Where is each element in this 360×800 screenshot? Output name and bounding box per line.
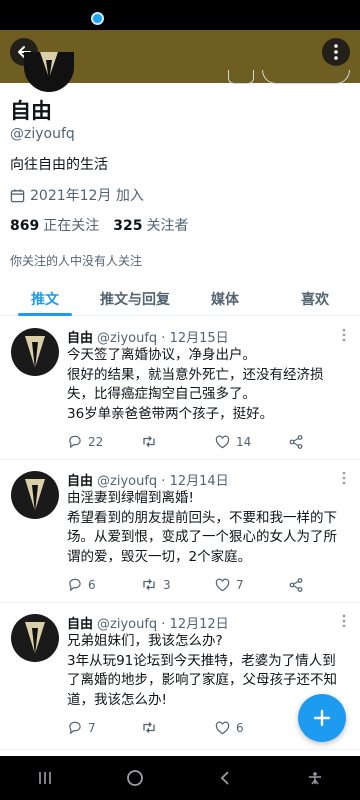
reply-icon [69, 578, 81, 592]
retweet-button[interactable] [141, 434, 215, 449]
tweet-header: 自由 @ziyoufq · 12月14日 [67, 470, 229, 489]
vertical-dots-icon [342, 471, 346, 485]
profile-bio: 向往自由的生活 [10, 157, 108, 173]
calendar-icon [10, 188, 25, 202]
tweet-avatar[interactable] [11, 328, 59, 376]
tweet-header: 自由 @ziyoufq · 12月15日 [67, 327, 229, 346]
reply-button[interactable]: 22 [67, 434, 141, 449]
recent-apps-icon[interactable] [37, 770, 53, 786]
tweet-author-name: 自由 [67, 617, 94, 632]
tab-media[interactable]: 媒体 [180, 280, 270, 315]
joined-text: 2021年12月 加入 [30, 188, 144, 204]
tweet-text: 由淫妻到绿帽到离婚! 希望看到的朋友提前回头，不要和我一样的下场。从爱到恨，变成… [67, 489, 349, 567]
following-link[interactable]: 869 正在关注 [10, 215, 99, 235]
tab-tweets[interactable]: 推文 [0, 280, 90, 316]
vertical-dots-icon [342, 328, 346, 342]
retweet-button[interactable]: 3 [141, 577, 215, 592]
profile-avatar[interactable] [24, 52, 74, 92]
share-icon [289, 577, 303, 592]
retweet-icon [143, 579, 155, 590]
reply-count: 22 [88, 434, 104, 449]
share-button[interactable] [289, 577, 360, 592]
follow-button[interactable] [262, 70, 350, 84]
tweet-avatar[interactable] [11, 471, 59, 519]
retweet-count: 3 [163, 577, 171, 592]
accessibility-icon[interactable] [306, 771, 324, 785]
tab-tweets-replies[interactable]: 推文与回复 [90, 280, 180, 315]
home-icon[interactable] [126, 769, 144, 787]
tweet-author-name: 自由 [67, 331, 94, 346]
tweet-line: 36岁单亲爸爸带两个孩子，挺好。 [67, 405, 274, 422]
compose-tweet-button[interactable] [298, 694, 346, 742]
vertical-dots-icon [342, 614, 346, 628]
profile-handle: @ziyoufq [10, 126, 75, 142]
reply-button[interactable]: 6 [67, 577, 141, 592]
heart-icon [215, 721, 230, 734]
system-nav-bar [0, 756, 360, 800]
like-count: 14 [236, 434, 252, 449]
vertical-dots-icon [334, 44, 338, 60]
joined-date: 2021年12月 加入 [10, 185, 144, 205]
tweet-more-button[interactable] [342, 327, 346, 346]
reply-count: 7 [88, 720, 96, 735]
reply-count: 6 [88, 577, 96, 592]
tweet[interactable]: 自由 @ziyoufq · 12月15日 今天签了离婚协议，净身出户。 很好的结果… [0, 318, 360, 460]
tweet-handle-date: @ziyoufq · 12月15日 [97, 331, 229, 346]
status-bar [0, 0, 360, 30]
heart-icon [215, 435, 230, 448]
plus-icon [313, 709, 331, 727]
like-button[interactable]: 6 [215, 721, 289, 735]
tweet-text: 今天签了离婚协议，净身出户。 很好的结果，就当意外死亡，还没有经济损失，比得癌症… [67, 346, 349, 424]
tweet-actions: 6 3 7 [67, 577, 360, 592]
share-icon [289, 434, 303, 449]
back-nav-icon[interactable] [217, 770, 233, 786]
tweet-header: 自由 @ziyoufq · 12月12日 [67, 613, 229, 632]
retweet-icon [143, 436, 155, 447]
heart-icon [215, 578, 230, 591]
reply-icon [69, 435, 81, 449]
tweet-handle-date: @ziyoufq · 12月14日 [97, 474, 229, 489]
tweet-line: 兄弟姐妹们，我该怎么办? [67, 633, 223, 649]
more-options-button[interactable] [322, 38, 350, 66]
reply-button[interactable]: 7 [67, 720, 141, 735]
tweet-line: 很好的结果，就当意外死亡，还没有经济损失，比得癌症掏空自己强多了。 [67, 366, 324, 403]
tweet-more-button[interactable] [342, 470, 346, 489]
follow-stats: 869 正在关注 325 关注者 [10, 215, 188, 235]
reply-icon [69, 721, 81, 735]
retweet-icon [143, 722, 155, 733]
retweet-button[interactable] [141, 720, 215, 735]
tweet-actions: 7 6 [67, 720, 289, 735]
tweet[interactable]: 自由 @ziyoufq · 12月14日 由淫妻到绿帽到离婚! 希望看到的朋友提前… [0, 461, 360, 603]
tab-likes[interactable]: 喜欢 [270, 280, 360, 315]
share-button[interactable] [289, 434, 360, 449]
like-count: 6 [236, 720, 244, 735]
tweet-avatar[interactable] [11, 614, 59, 662]
like-button[interactable]: 7 [215, 578, 289, 592]
followers-link[interactable]: 325 关注者 [113, 215, 188, 235]
like-count: 7 [236, 577, 244, 592]
notification-button[interactable] [228, 70, 254, 84]
profile-name: 自由 [10, 99, 52, 123]
tweet-handle-date: @ziyoufq · 12月12日 [97, 617, 229, 632]
like-button[interactable]: 14 [215, 435, 289, 449]
tweet-author-name: 自由 [67, 474, 94, 489]
tweet-line: 由淫妻到绿帽到离婚! [67, 490, 194, 506]
tweet-actions: 22 14 [67, 434, 360, 449]
tweet-line: 希望看到的朋友提前回头，不要和我一样的下场。从爱到恨，变成了一个狠心的女人为了所… [67, 509, 337, 565]
profile-tabs: 推文 推文与回复 媒体 喜欢 [0, 280, 360, 316]
app-notification-icon [91, 12, 104, 25]
followers-you-know-note: 你关注的人中没有人关注 [10, 254, 143, 268]
tweet-line: 今天签了离婚协议，净身出户。 [67, 347, 256, 363]
tweet-more-button[interactable] [342, 613, 346, 632]
